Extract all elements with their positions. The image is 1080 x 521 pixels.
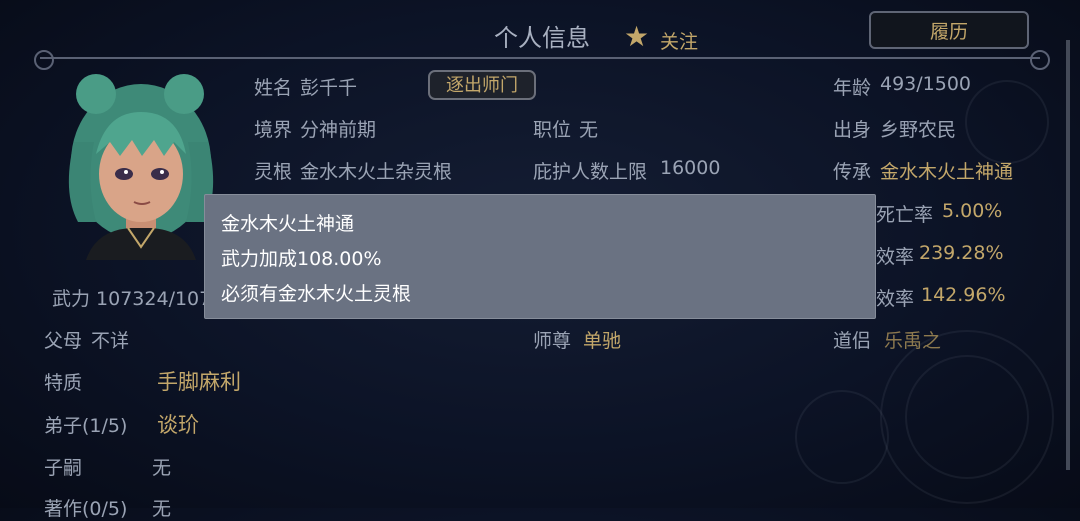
history-button[interactable]: 履历 bbox=[869, 11, 1029, 49]
trait-label: 特质 bbox=[44, 372, 83, 394]
disciple-value[interactable]: 谈玠 bbox=[157, 409, 199, 439]
tooltip-title: 金水木火土神通 bbox=[221, 213, 355, 235]
efficiency-value-1: 239.28% bbox=[919, 242, 1004, 264]
realm-label: 境界 bbox=[254, 119, 293, 141]
root-value: 金水木火土杂灵根 bbox=[300, 161, 453, 183]
position-value: 无 bbox=[579, 119, 599, 141]
origin-value: 乡野农民 bbox=[880, 119, 957, 141]
death-rate-value: 5.00% bbox=[942, 200, 1003, 222]
name-label: 姓名 bbox=[254, 77, 293, 99]
inherit-value[interactable]: 金水木火土神通 bbox=[880, 157, 1013, 184]
age-label: 年龄 bbox=[833, 77, 872, 99]
background-swirl bbox=[965, 80, 1049, 164]
inherit-label: 传承 bbox=[833, 161, 872, 183]
heir-label: 子嗣 bbox=[44, 457, 83, 479]
tooltip-requirement: 必须有金水木火土灵根 bbox=[221, 283, 412, 305]
header-divider bbox=[40, 57, 1040, 59]
skill-tooltip: 金水木火土神通 武力加成108.00% 必须有金水木火土灵根 bbox=[204, 194, 876, 319]
partner-value[interactable]: 乐禹之 bbox=[884, 326, 941, 353]
heir-value: 无 bbox=[152, 457, 172, 479]
position-label: 职位 bbox=[533, 119, 572, 141]
efficiency-label-1: 效率 bbox=[876, 246, 915, 268]
partner-label: 道侣 bbox=[833, 330, 872, 352]
disciple-label: 弟子(1/5) bbox=[44, 415, 128, 437]
origin-label: 出身 bbox=[833, 119, 872, 141]
right-scrollbar[interactable] bbox=[1066, 40, 1070, 470]
protect-value: 16000 bbox=[660, 157, 721, 179]
background-swirl bbox=[905, 355, 1029, 479]
star-icon[interactable]: ★ bbox=[624, 20, 649, 53]
expel-button[interactable]: 逐出师门 bbox=[428, 70, 536, 100]
realm-value: 分神前期 bbox=[300, 119, 377, 141]
tooltip-bonus: 武力加成108.00% bbox=[221, 248, 382, 270]
parents-label: 父母 bbox=[44, 330, 83, 352]
master-value[interactable]: 单驰 bbox=[583, 326, 621, 353]
follow-button[interactable]: 关注 bbox=[660, 27, 698, 54]
master-label: 师尊 bbox=[533, 330, 572, 352]
page-title: 个人信息 bbox=[494, 24, 590, 52]
efficiency-value-2: 142.96% bbox=[921, 284, 1006, 306]
character-portrait bbox=[68, 74, 214, 260]
efficiency-label-2: 效率 bbox=[876, 288, 915, 310]
protect-label: 庇护人数上限 bbox=[533, 161, 648, 183]
parents-value: 不详 bbox=[91, 330, 130, 352]
divider-ornament-left bbox=[34, 50, 54, 70]
force-stat: 武力 107324/107 bbox=[52, 288, 212, 310]
root-label: 灵根 bbox=[254, 161, 293, 183]
age-value: 493/1500 bbox=[880, 73, 972, 95]
name-value: 彭千千 bbox=[300, 77, 358, 99]
divider-ornament-right bbox=[1030, 50, 1050, 70]
death-rate-label: 死亡率 bbox=[876, 204, 934, 226]
trait-value[interactable]: 手脚麻利 bbox=[157, 366, 241, 396]
background-swirl bbox=[795, 390, 889, 484]
